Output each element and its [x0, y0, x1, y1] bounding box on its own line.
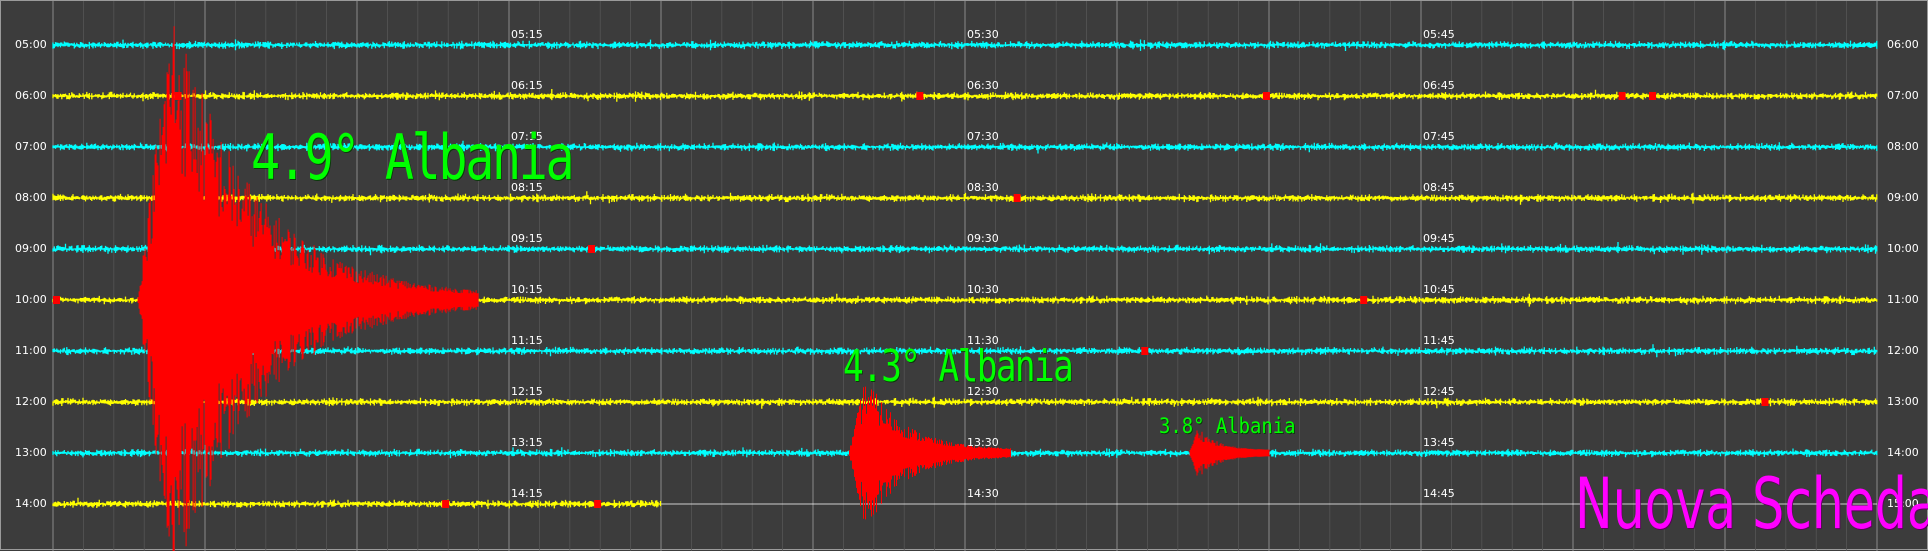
hour-label-left: 06:00	[15, 89, 47, 102]
trigger-mark	[594, 500, 602, 508]
minute-label: 05:15	[511, 28, 543, 41]
seismogram-frame: 05:00 06:00 05:15 05:30 05:45 06:00 07:00 06:15…	[0, 0, 1928, 551]
minute-label: 09:45	[1423, 232, 1455, 245]
hour-label-right: 14:00	[1887, 446, 1919, 459]
minute-label: 08:30	[967, 181, 999, 194]
minute-label: 06:15	[511, 79, 543, 92]
trigger-mark	[174, 92, 182, 100]
hour-label-right: 11:00	[1887, 293, 1919, 306]
hour-label-left: 10:00	[15, 293, 47, 306]
hour-label-left: 11:00	[15, 344, 47, 357]
event-annotation-1: 4.9° Albania	[251, 121, 575, 194]
minute-label: 05:30	[967, 28, 999, 41]
minute-label: 10:45	[1423, 283, 1455, 296]
hour-label-left: 07:00	[15, 140, 47, 153]
minute-label: 06:45	[1423, 79, 1455, 92]
hour-label-right: 13:00	[1887, 395, 1919, 408]
minute-label: 06:30	[967, 79, 999, 92]
minute-label: 14:30	[967, 487, 999, 500]
trigger-mark	[53, 296, 60, 304]
trigger-mark	[1618, 92, 1626, 100]
minute-label: 13:45	[1423, 436, 1455, 449]
hour-label-right: 09:00	[1887, 191, 1919, 204]
minute-label: 07:45	[1423, 130, 1455, 143]
minute-label: 10:30	[967, 283, 999, 296]
trigger-mark	[916, 92, 924, 100]
trigger-mark	[1262, 92, 1270, 100]
hour-label-left: 12:00	[15, 395, 47, 408]
trigger-mark	[1649, 92, 1656, 100]
minute-label: 11:15	[511, 334, 543, 347]
minute-label: 12:15	[511, 385, 543, 398]
minute-label: 12:45	[1423, 385, 1455, 398]
minute-label: 08:45	[1423, 181, 1455, 194]
trigger-mark	[442, 500, 450, 508]
hour-label-right: 12:00	[1887, 344, 1919, 357]
hour-label-left: 08:00	[15, 191, 47, 204]
event-annotation-2: 4.3° Albania	[843, 341, 1074, 392]
hour-label-left: 13:00	[15, 446, 47, 459]
minute-label: 14:45	[1423, 487, 1455, 500]
hour-label-right: 10:00	[1887, 242, 1919, 255]
hour-label-left: 05:00	[15, 38, 47, 51]
minute-label: 11:45	[1423, 334, 1455, 347]
event-annotation-3: 3.8° Albania	[1159, 414, 1296, 438]
trigger-mark	[1761, 398, 1769, 406]
trigger-mark	[1013, 194, 1021, 202]
hour-label-left: 14:00	[15, 497, 47, 510]
trigger-mark	[1141, 347, 1149, 355]
hour-label-right: 07:00	[1887, 89, 1919, 102]
minute-label: 09:30	[967, 232, 999, 245]
trigger-mark	[588, 245, 596, 253]
hour-label-left: 09:00	[15, 242, 47, 255]
hour-label-right: 06:00	[1887, 38, 1919, 51]
minute-label: 09:15	[511, 232, 543, 245]
minute-label: 07:30	[967, 130, 999, 143]
trigger-mark	[1360, 296, 1368, 304]
minute-label: 13:15	[511, 436, 543, 449]
hour-label-right: 08:00	[1887, 140, 1919, 153]
minute-label: 14:15	[511, 487, 543, 500]
minute-label: 10:15	[511, 283, 543, 296]
minute-label: 05:45	[1423, 28, 1455, 41]
event-waveform-1	[137, 26, 479, 551]
stamp-text: Nuova Scheda	[1575, 463, 1928, 545]
minute-label: 13:30	[967, 436, 999, 449]
